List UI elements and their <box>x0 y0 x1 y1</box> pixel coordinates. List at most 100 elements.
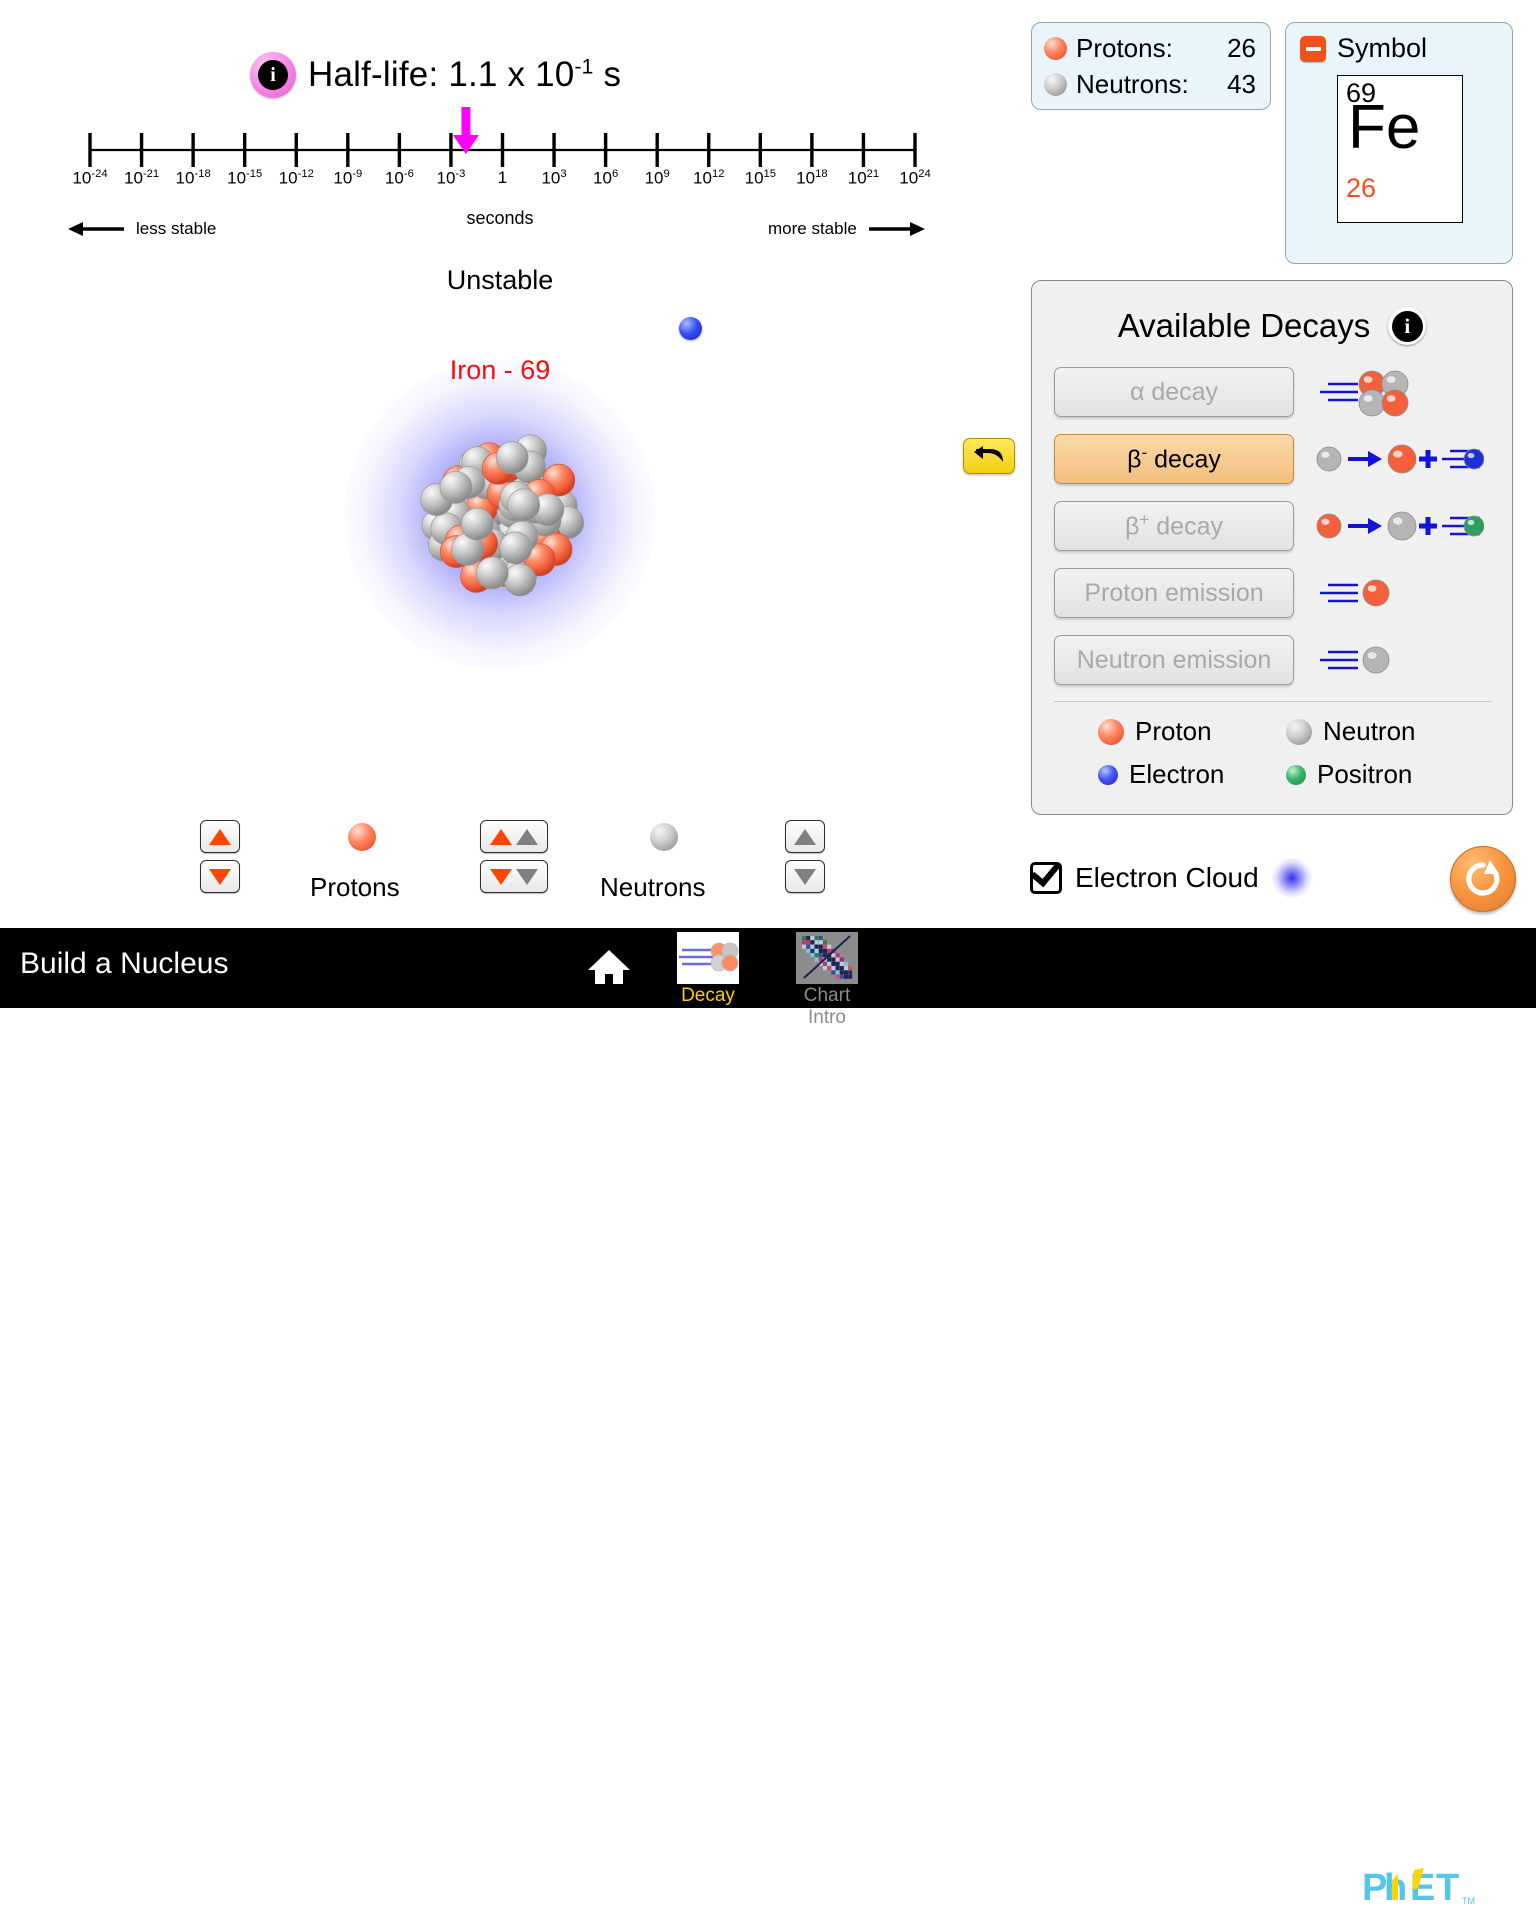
checkmark-icon <box>1030 855 1061 888</box>
beta-minus-decay-icon <box>1316 444 1484 474</box>
available-decays-title: Available Decays <box>1117 307 1371 344</box>
down-arrow-icon <box>209 868 231 885</box>
reset-all-button[interactable] <box>1450 846 1516 912</box>
info-glyph: i <box>258 60 288 90</box>
tab-chart-intro-label: Chart Intro <box>803 985 851 1028</box>
chart-pixel <box>839 974 844 979</box>
neutron-emission-icon-wrapper <box>1316 640 1394 680</box>
neutron-icon <box>1286 718 1312 745</box>
proton-icon <box>1098 718 1124 745</box>
element-symbol: Fe <box>1348 93 1421 162</box>
chart-pixel <box>848 966 853 971</box>
kebab-menu-icon[interactable] <box>1502 1872 1512 1906</box>
electron-legend-label: Electron <box>1129 759 1225 789</box>
chart-pixel <box>848 974 853 979</box>
axis-tick-label: 10-18 <box>175 168 211 188</box>
chart-pixel <box>810 936 815 941</box>
axis-tick-label: 1015 <box>744 168 777 188</box>
axis-tick-label: 106 <box>593 168 619 188</box>
chart-pixel <box>835 974 840 979</box>
preferences-gear-button[interactable] <box>1227 1868 1269 1910</box>
highlight <box>1467 452 1475 459</box>
neutron-emission-decay-button[interactable]: Neutron emission <box>1054 635 1294 685</box>
right-arrow-icon <box>868 222 925 236</box>
element-symbol-box: 69 Fe 26 <box>1337 75 1463 223</box>
electron-cloud-swatch-icon <box>1271 858 1312 898</box>
right-arrow-icon <box>1368 518 1382 534</box>
proton-increment-button[interactable] <box>200 820 240 853</box>
symbol-panel-header[interactable]: Symbol <box>1300 33 1498 64</box>
proton-icon <box>1316 513 1342 539</box>
proton-emission-decay-button[interactable]: Proton emission <box>1054 568 1294 618</box>
svg-text:T: T <box>1436 1867 1459 1909</box>
chart-pixel <box>814 948 819 953</box>
legend-item-electron: Electron <box>1098 759 1258 790</box>
phet-logo[interactable]: P h E T TM <box>1362 1866 1484 1910</box>
proton-decrement-button[interactable] <box>200 860 240 893</box>
remove-proton-and-neutron-button[interactable] <box>480 860 548 893</box>
down-arrow-icon <box>516 868 538 885</box>
chart-pixel <box>831 966 836 971</box>
neutron-decrement-button[interactable] <box>785 860 825 893</box>
neutron-icon <box>1044 72 1067 96</box>
chart-pixel <box>818 948 823 953</box>
home-button[interactable] <box>586 944 632 990</box>
collapse-symbol-minus-icon[interactable] <box>1300 35 1326 62</box>
up-arrow-icon <box>516 828 538 845</box>
decay-button-label: β+ decay <box>1125 510 1223 541</box>
chart-pixel <box>802 944 806 949</box>
undo-decay-button[interactable] <box>963 438 1015 474</box>
chart-pixel <box>839 970 844 975</box>
legend-item-neutron: Neutron <box>1286 716 1446 747</box>
half-life-info-icon[interactable]: i <box>250 52 296 98</box>
left-arrow-icon <box>68 222 124 236</box>
decay-button-label: Proton emission <box>1084 578 1264 607</box>
decay-row-beta-plus: β+ decay <box>1054 501 1512 551</box>
half-life-timeline: i Half-life: 1.1 x 10-1 s 10-24 10-21 10-1… <box>0 0 1010 260</box>
chart-intro-tab-icon <box>796 932 858 984</box>
phet-logo-icon: P h E T TM <box>1362 1867 1475 1909</box>
sim-title: Build a Nucleus <box>20 947 229 980</box>
checkbox-box[interactable] <box>1030 855 1062 894</box>
chart-pixel <box>810 940 815 945</box>
nucleus-display[interactable] <box>345 360 655 670</box>
axis-tick-label: 10-3 <box>436 168 466 188</box>
neutron-nucleon <box>503 563 537 597</box>
chart-pixel <box>831 957 836 962</box>
chart-pixel <box>827 966 832 971</box>
keyboard-shortcuts-button[interactable] <box>1288 1873 1336 1907</box>
highlight <box>1321 451 1330 458</box>
beta-plus-decay-button[interactable]: β+ decay <box>1054 501 1294 551</box>
proton-icon <box>1381 389 1409 417</box>
available-decays-info-icon[interactable]: i <box>1388 307 1427 345</box>
axis-tick-label: 109 <box>644 168 670 188</box>
tab-chart-intro[interactable]: Chart Intro <box>790 932 864 1029</box>
axis-tick-label: 10-12 <box>278 168 314 188</box>
kebab-dot <box>1502 1885 1510 1893</box>
emitted-electron-particle <box>679 317 702 340</box>
axis-tick-label: 1012 <box>693 168 725 188</box>
electron-cloud-checkbox[interactable]: Electron Cloud <box>1030 855 1312 898</box>
neutron-nucleon <box>475 556 509 590</box>
up-arrow-icon <box>794 828 816 845</box>
neutron-increment-button[interactable] <box>785 820 825 853</box>
legend-divider <box>1054 701 1492 702</box>
highlight <box>1321 518 1330 525</box>
tab-decay[interactable]: Decay <box>671 932 745 1007</box>
legend-item-proton: Proton <box>1098 716 1258 747</box>
chart-pixel <box>831 961 836 966</box>
neutron-nucleon <box>495 441 529 474</box>
stability-label: Unstable <box>446 265 554 295</box>
tab-decay-label: Decay <box>681 985 735 1006</box>
right-arrow-icon <box>1368 451 1382 467</box>
beta-minus-decay-button[interactable]: β- decay <box>1054 434 1294 484</box>
axis-unit-label: seconds <box>466 208 534 228</box>
kebab-dot <box>1502 1872 1510 1880</box>
alpha-decay-icon <box>1320 370 1409 417</box>
chart-pixel <box>844 966 848 971</box>
alpha-decay-icon-wrapper <box>1316 364 1414 420</box>
down-arrow-icon <box>794 868 816 885</box>
alpha-decay-button[interactable]: α decay <box>1054 367 1294 417</box>
half-life-axis <box>88 107 917 167</box>
add-proton-and-neutron-button[interactable] <box>480 820 548 853</box>
